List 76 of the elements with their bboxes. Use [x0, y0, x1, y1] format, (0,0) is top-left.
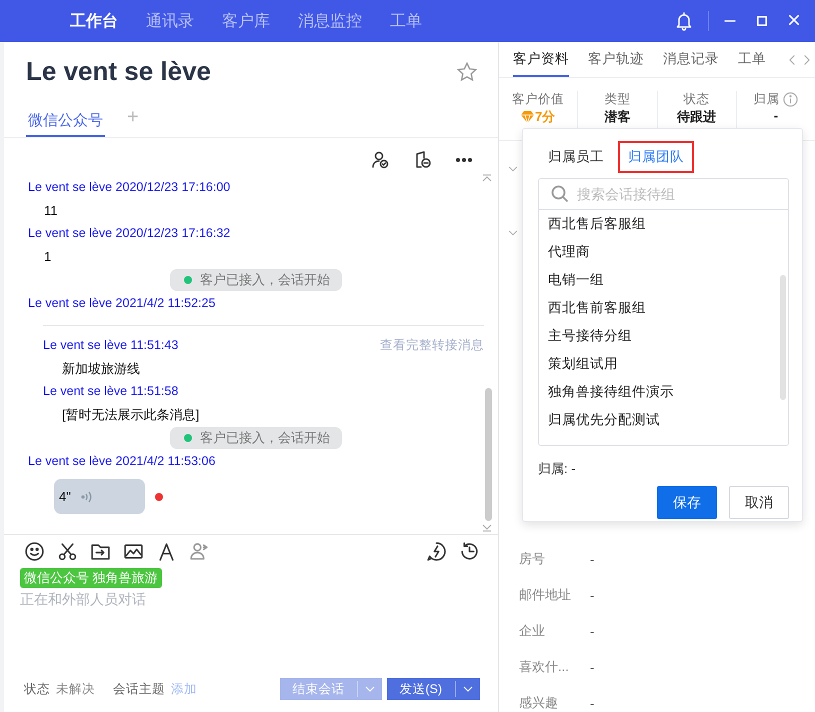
search-icon [551, 185, 569, 203]
stat-value: - [774, 108, 778, 123]
channel-tab[interactable]: 微信公众号 [26, 111, 105, 137]
owner-tab[interactable]: 归属团队 [618, 141, 694, 173]
message-text: [暂时无法展示此条消息] [61, 406, 200, 424]
profile-tab[interactable]: 客户轨迹 [588, 42, 644, 77]
stat-value: 7分 [535, 108, 556, 126]
stat-label: 客户价值 [512, 91, 564, 108]
owner-tab[interactable]: 归属员工 [544, 141, 614, 173]
field-value: - [590, 588, 594, 602]
nav-tab[interactable]: 工单 [390, 10, 422, 32]
field-label: 喜欢什... [519, 658, 570, 676]
maximize-icon[interactable] [755, 14, 769, 28]
group-option[interactable]: 西北售后客服组 [539, 210, 788, 238]
message-sender: Le vent se lève 2020/12/23 17:16:00 [28, 179, 232, 196]
group-option[interactable]: 独角兽接待组件演示 [539, 378, 788, 406]
field-label: 企业 [519, 622, 546, 640]
owner-text: 归属: - [538, 460, 577, 478]
channel-tag: 微信公众号 独角兽旅游 [20, 568, 162, 588]
user-check-icon[interactable] [370, 150, 390, 170]
stat-label: 类型 [604, 91, 630, 108]
field-value: - [590, 624, 594, 638]
message-sender: Le vent se lève 11:51:43 [43, 337, 178, 354]
quick-reply-icon[interactable] [426, 541, 447, 562]
field-value: - [590, 660, 594, 674]
sound-icon [80, 490, 93, 504]
system-notice: 客户已接入，会话开始 [170, 269, 342, 291]
scissors-icon[interactable] [57, 541, 78, 562]
system-notice: 客户已接入，会话开始 [170, 427, 342, 449]
group-option[interactable]: 代理商 [539, 238, 788, 266]
profile-tab[interactable]: 工单 [738, 42, 766, 77]
conversation-title: Le vent se lève [26, 56, 212, 87]
stat-value: 待跟进 [677, 108, 716, 126]
scrollbar[interactable] [485, 388, 492, 521]
message-text: 11 [43, 202, 58, 220]
stat-label: 状态 [684, 91, 710, 108]
close-icon[interactable] [787, 12, 801, 26]
nav-tab[interactable]: 客户库 [222, 10, 270, 32]
voice-message[interactable]: 4" [54, 479, 145, 514]
field-label: 房号 [519, 550, 546, 568]
history-icon[interactable] [459, 541, 480, 562]
group-option[interactable]: 归属优先分配测试 [539, 406, 788, 434]
field-value: - [590, 552, 594, 566]
stat-label: 归属 [753, 91, 780, 108]
nav-tab[interactable]: 通讯录 [146, 10, 194, 32]
emoji-icon[interactable] [24, 541, 45, 562]
message-sender: Le vent se lève 2021/4/2 11:52:25 [28, 295, 216, 312]
field-value: - [590, 696, 594, 710]
profile-tab[interactable]: 消息记录 [663, 42, 719, 77]
message-text: 1 [43, 248, 52, 266]
save-button[interactable]: 保存 [657, 486, 717, 519]
message-sender: Le vent se lève 11:51:58 [43, 383, 180, 400]
field-label: 感兴趣 [519, 694, 559, 712]
status-value: 未解决 [56, 680, 95, 698]
group-option[interactable]: 主号接待分组 [539, 322, 788, 350]
stat-value: 潜客 [604, 108, 630, 126]
caret-icon[interactable] [463, 686, 473, 692]
message-sender: Le vent se lève 2020/12/23 17:16:32 [28, 225, 232, 242]
cancel-button[interactable]: 取消 [729, 486, 789, 519]
status-label: 状态 [24, 680, 50, 698]
group-option[interactable]: 策划组试用 [539, 350, 788, 378]
scrollbar[interactable] [780, 275, 786, 400]
message-sender: Le vent se lève 2021/4/2 11:53:06 [28, 453, 216, 470]
group-option[interactable]: 西北售前客服组 [539, 294, 788, 322]
send-button[interactable]: 发送(S) [387, 678, 480, 700]
group-option[interactable]: 电销一组 [539, 266, 788, 294]
user-share-icon[interactable] [189, 541, 210, 562]
diamond-icon [521, 111, 534, 123]
profile-tab[interactable]: 客户资料 [513, 42, 569, 77]
message-text: 新加坡旅游线 [61, 360, 141, 378]
nav-tab[interactable]: 工作台 [70, 10, 118, 32]
field-label: 邮件地址 [519, 586, 572, 604]
star-icon[interactable] [456, 60, 478, 82]
nav-tab[interactable]: 消息监控 [298, 10, 362, 32]
bell-icon[interactable] [674, 11, 694, 31]
topic-label: 会话主题 [113, 680, 165, 698]
